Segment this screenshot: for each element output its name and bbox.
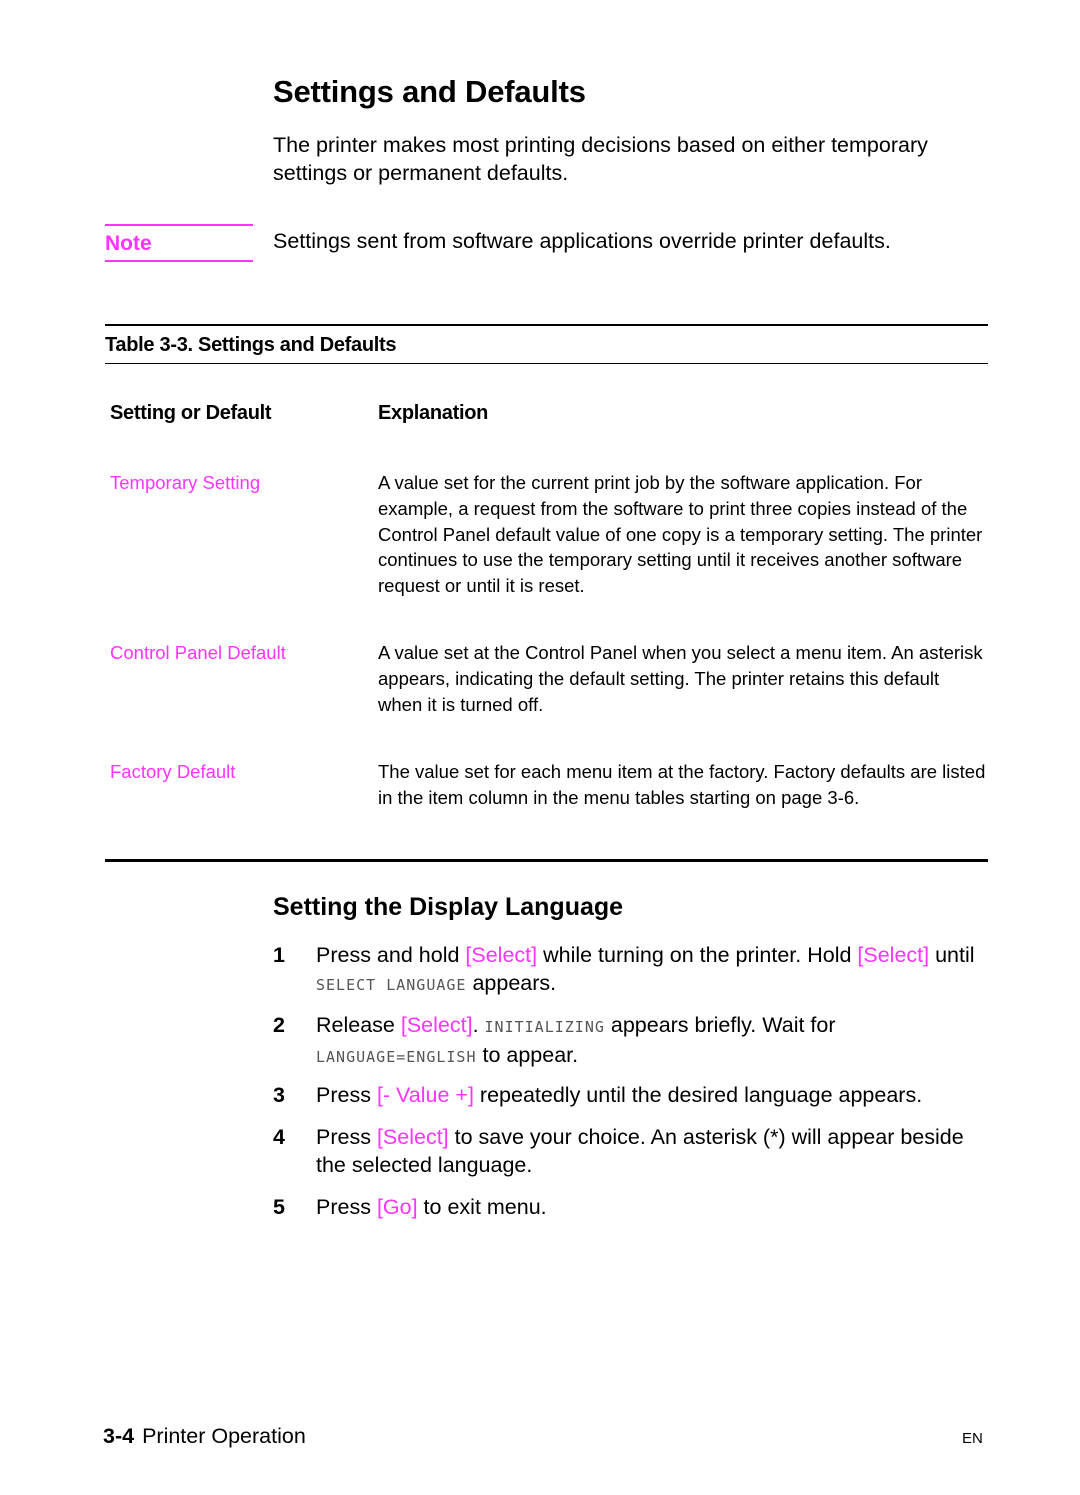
step-text-run: appears. <box>466 971 557 995</box>
row-explanation: A value set at the Control Panel when yo… <box>378 642 983 715</box>
step-text-run: repeatedly until the desired language ap… <box>473 1083 923 1107</box>
step-text-run: to appear. <box>476 1043 579 1067</box>
step-number: 5 <box>273 1195 285 1219</box>
step-text-run: until <box>929 943 975 967</box>
row-setting: Temporary Setting <box>110 472 261 493</box>
row-explanation: The value set for each menu item at the … <box>378 761 986 808</box>
step-text-run: while turning on the printer. Hold <box>537 943 858 967</box>
row-setting: Control Panel Default <box>110 642 286 663</box>
table-caption-rule <box>105 363 988 364</box>
step-text-run: to exit menu. <box>417 1195 547 1219</box>
step-text: Release [Select]. INITIALIZING appears b… <box>316 1011 988 1071</box>
column-header-setting: Setting or Default <box>110 402 272 424</box>
step-text-run: Press <box>316 1125 377 1149</box>
step-number: 3 <box>273 1083 285 1107</box>
note-text: Settings sent from software applications… <box>273 229 891 253</box>
column-header-explanation: Explanation <box>378 402 489 424</box>
table-top-rule <box>105 324 988 326</box>
table-bottom-rule <box>105 859 988 862</box>
step-text: Press and hold [Select] while turning on… <box>316 941 988 999</box>
footer-lang: EN <box>962 1430 983 1447</box>
key-reference: [Select] <box>465 943 538 967</box>
key-reference: [Select] <box>400 1013 473 1037</box>
section-title: Setting the Display Language <box>273 893 624 921</box>
page-number: 3-4 <box>103 1424 135 1448</box>
note-label: Note <box>105 232 152 255</box>
page-title: Settings and Defaults <box>273 74 586 109</box>
step-text: Press [Go] to exit menu. <box>316 1193 988 1221</box>
intro-paragraph: The printer makes most printing decision… <box>273 133 928 185</box>
step-text-run: Press <box>316 1083 377 1107</box>
step-number: 4 <box>273 1125 285 1149</box>
key-reference: [Select] <box>376 1125 449 1149</box>
step-text-run: appears briefly. Wait for <box>604 1013 836 1037</box>
display-message: SELECT LANGUAGE <box>316 976 467 994</box>
display-message: INITIALIZING <box>484 1018 605 1036</box>
key-reference: [- Value +] <box>376 1083 474 1107</box>
table-caption: Table 3-3. Settings and Defaults <box>105 334 397 356</box>
step-text-run: Press and hold <box>316 943 466 967</box>
step-number: 1 <box>273 943 285 967</box>
step-text: Press [Select] to save your choice. An a… <box>316 1123 988 1179</box>
step-text-run: Press <box>316 1195 377 1219</box>
footer-left: 3-4 Printer Operation <box>103 1424 306 1449</box>
step-text-run: . <box>472 1013 485 1037</box>
step-text: Press [- Value +] repeatedly until the d… <box>316 1081 988 1109</box>
step-number: 2 <box>273 1013 285 1037</box>
note-label-box: Note <box>105 224 253 262</box>
row-setting: Factory Default <box>110 761 236 782</box>
key-reference: [Select] <box>857 943 930 967</box>
chapter-title: Printer Operation <box>142 1424 306 1448</box>
key-reference: [Go] <box>376 1195 418 1219</box>
row-explanation: A value set for the current print job by… <box>378 472 983 597</box>
step-text-run: Release <box>316 1013 401 1037</box>
display-message: LANGUAGE=ENGLISH <box>316 1048 477 1066</box>
